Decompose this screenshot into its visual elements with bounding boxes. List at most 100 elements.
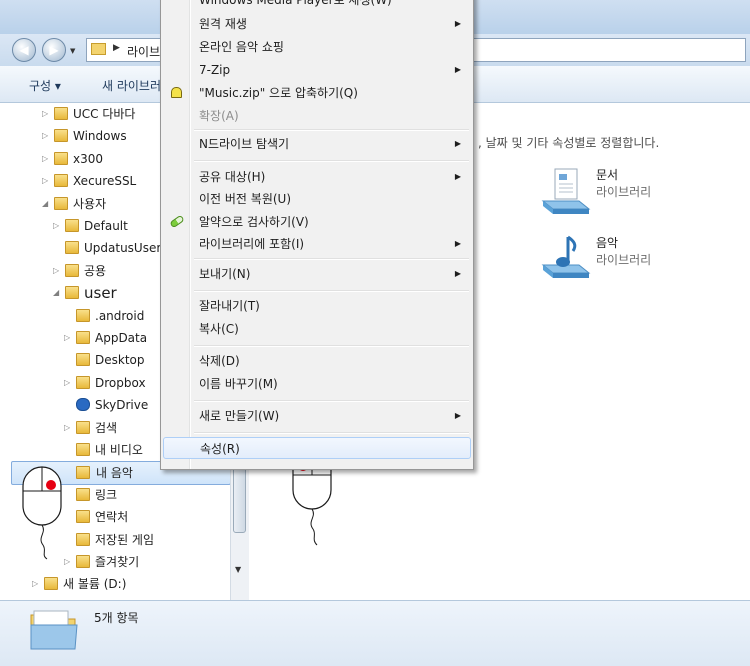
- breadcrumb-arrow-icon[interactable]: ▶: [113, 43, 120, 53]
- back-button[interactable]: ◀: [12, 38, 36, 62]
- menu-item[interactable]: 공유 대상(H) ▶: [163, 166, 471, 188]
- submenu-arrow-icon: ▶: [455, 13, 461, 35]
- expand-arrow-icon[interactable]: ▷: [64, 417, 74, 439]
- menu-item-label: 공유 대상(H): [199, 166, 265, 188]
- menu-separator: [194, 345, 469, 347]
- tree-item-label: Default: [84, 215, 128, 237]
- sort-hint-text: , 날짜 및 기타 속성별로 정렬합니다.: [478, 134, 659, 151]
- menu-separator: [194, 129, 469, 131]
- folder-icon: [54, 197, 68, 210]
- menu-item-label: "Music.zip" 으로 압축하기(Q): [199, 82, 358, 104]
- tree-item-label: 내 음악: [96, 462, 133, 484]
- menu-item[interactable]: 잘라내기(T): [163, 295, 471, 317]
- folder-icon: [76, 510, 90, 523]
- menu-item-label: 잘라내기(T): [199, 295, 260, 317]
- menu-item: 확장(A): [163, 105, 471, 127]
- folder-icon: [54, 107, 68, 120]
- menu-item[interactable]: 속성(R): [163, 437, 471, 459]
- menu-item[interactable]: 보내기(N)▶: [163, 263, 471, 285]
- menu-item[interactable]: 이름 바꾸기(M): [163, 373, 471, 395]
- menu-item-label: 보내기(N): [199, 263, 250, 285]
- library-folder-icon: [91, 43, 106, 55]
- tree-item-label: AppData: [95, 327, 147, 349]
- menu-item[interactable]: 7-Zip ▶: [163, 59, 471, 81]
- expand-arrow-icon[interactable]: ▷: [42, 170, 52, 192]
- expand-arrow-icon[interactable]: ▷: [42, 148, 52, 170]
- library-folder-large-icon: [28, 605, 80, 653]
- menu-item-label: 라이브러리에 포함(I): [199, 233, 304, 255]
- folder-icon: [76, 376, 90, 389]
- menu-item[interactable]: 새로 만들기(W)▶: [163, 405, 471, 427]
- tree-item-label: 새 볼륨 (D:): [63, 573, 126, 595]
- folder-icon: [76, 331, 90, 344]
- tree-item-label: 공용: [84, 260, 106, 282]
- library-type: 라이브러리: [596, 251, 651, 268]
- tree-item[interactable]: 연락처: [64, 506, 228, 528]
- item-count: 5개 항목: [94, 609, 139, 626]
- menu-item-label: 온라인 음악 쇼핑: [199, 36, 284, 58]
- tree-item-label: Windows: [73, 125, 127, 147]
- expand-arrow-icon[interactable]: ▷: [64, 327, 74, 349]
- menu-item[interactable]: 라이브러리에 포함(I)▶: [163, 233, 471, 255]
- menu-item-label: Windows Media Player로 재생(W): [199, 0, 392, 11]
- menu-item-label: 7-Zip: [199, 59, 230, 81]
- folder-icon: [76, 421, 90, 434]
- expand-arrow-icon[interactable]: ▷: [64, 551, 74, 573]
- documents-library-icon: [539, 165, 591, 217]
- menu-separator: [194, 290, 469, 292]
- folder-icon: [76, 466, 90, 479]
- expand-arrow-icon[interactable]: ▷: [53, 215, 63, 237]
- menu-item-label: 속성(R): [200, 438, 240, 460]
- tree-item-label: 링크: [95, 484, 117, 506]
- menu-item[interactable]: 삭제(D): [163, 350, 471, 372]
- tree-item-label: SkyDrive: [95, 394, 148, 416]
- library-documents[interactable]: 문서 라이브러리: [539, 165, 739, 217]
- organize-button[interactable]: 구성 ▾: [29, 77, 61, 94]
- menu-item[interactable]: "Music.zip" 으로 압축하기(Q): [163, 82, 471, 104]
- folder-icon: [54, 174, 68, 187]
- menu-item[interactable]: N드라이브 탐색기 ▶: [163, 133, 471, 155]
- menu-item-label: N드라이브 탐색기: [199, 133, 289, 155]
- tree-item[interactable]: ▷ 새 볼륨 (D:): [32, 573, 228, 595]
- library-type: 라이브러리: [596, 183, 651, 200]
- folder-icon: [76, 353, 90, 366]
- forward-button[interactable]: ▶: [42, 38, 66, 62]
- expand-arrow-icon[interactable]: ▷: [64, 372, 74, 394]
- library-music[interactable]: 음악 라이브러리: [539, 233, 739, 285]
- tree-item-label: UCC 다바다: [73, 103, 135, 125]
- menu-item[interactable]: 복사(C): [163, 318, 471, 340]
- menu-item[interactable]: Windows Media Player로 재생(W): [163, 0, 471, 11]
- expand-arrow-icon[interactable]: ▷: [32, 573, 42, 595]
- folder-icon: [76, 443, 90, 456]
- expand-arrow-icon[interactable]: ▷: [42, 125, 52, 147]
- tree-item[interactable]: 저장된 게임: [64, 529, 228, 551]
- recent-pages-chevron-icon[interactable]: ▼: [70, 47, 75, 55]
- menu-item[interactable]: 온라인 음악 쇼핑: [163, 36, 471, 58]
- menu-item[interactable]: 이전 버전 복원(U): [163, 188, 471, 210]
- menu-separator: [194, 400, 469, 402]
- tree-item[interactable]: ▷즐겨찾기: [64, 551, 228, 573]
- submenu-arrow-icon: ▶: [455, 59, 461, 81]
- tree-item-label: 연락처: [95, 506, 128, 528]
- details-pane: 5개 항목: [0, 600, 750, 666]
- folder-icon: [65, 241, 79, 254]
- submenu-arrow-icon: ▶: [455, 133, 461, 155]
- expand-arrow-icon[interactable]: ◢: [42, 193, 52, 215]
- menu-item-label: 확장(A): [199, 105, 239, 127]
- menu-item-label: 이름 바꾸기(M): [199, 373, 278, 395]
- expand-arrow-icon[interactable]: ▷: [42, 103, 52, 125]
- menu-item[interactable]: 알약으로 검사하기(V): [163, 211, 471, 233]
- folder-icon: [65, 286, 79, 299]
- submenu-arrow-icon: ▶: [455, 166, 461, 188]
- tree-item[interactable]: 링크: [64, 484, 228, 506]
- expand-arrow-icon[interactable]: ◢: [53, 282, 63, 304]
- scroll-down-icon[interactable]: ▼: [235, 565, 241, 574]
- library-name: 문서: [596, 166, 618, 183]
- folder-icon: [65, 219, 79, 232]
- folder-icon: [76, 555, 90, 568]
- expand-arrow-icon[interactable]: ▷: [53, 260, 63, 282]
- menu-item-label: 원격 재생: [199, 13, 247, 35]
- menu-separator: [194, 160, 469, 162]
- menu-item[interactable]: 원격 재생 ▶: [163, 13, 471, 35]
- menu-item-label: 이전 버전 복원(U): [199, 188, 291, 210]
